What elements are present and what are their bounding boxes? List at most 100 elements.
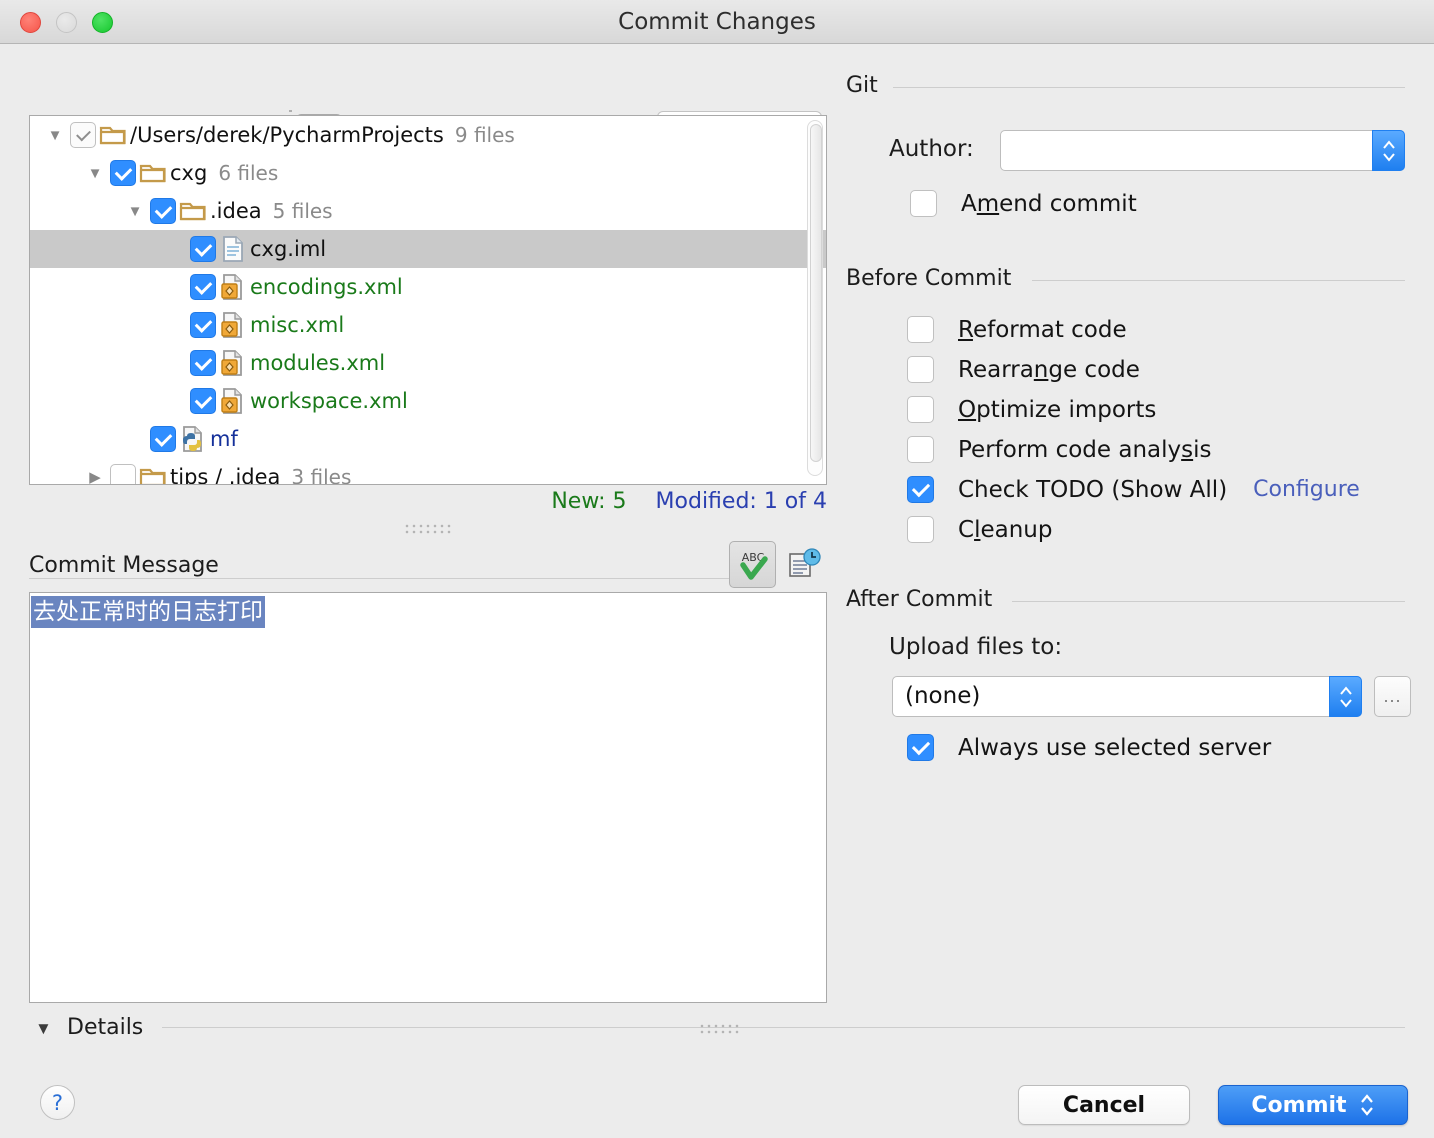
configure-link[interactable]: Configure	[1253, 477, 1360, 502]
tree-row-label: mf	[210, 427, 238, 451]
after-commit-section-divider	[1012, 601, 1405, 602]
folder-icon	[136, 161, 170, 185]
tree-row-checkbox[interactable]	[110, 160, 136, 186]
table-row[interactable]: ▼ /Users/derek/PycharmProjects 9 files	[30, 116, 826, 154]
upload-chevron-updown-icon[interactable]	[1329, 676, 1362, 717]
cleanup-row[interactable]: Cleanup	[907, 516, 1052, 543]
check-todo-checkbox[interactable]	[907, 476, 934, 503]
table-row[interactable]: workspace.xml	[30, 382, 826, 420]
rearrange-code-checkbox[interactable]	[907, 356, 934, 383]
table-row[interactable]: ▼ cxg 6 files	[30, 154, 826, 192]
perform-code-analysis-label: Perform code analysis	[958, 436, 1212, 463]
always-use-server-checkbox[interactable]	[907, 734, 934, 761]
splitter-handle[interactable]	[405, 524, 451, 536]
tree-row-checkbox[interactable]	[150, 426, 176, 452]
commit-message-input[interactable]: 去处正常时的日志打印	[29, 592, 827, 1003]
tree-row-checkbox[interactable]	[190, 312, 216, 338]
browse-servers-button[interactable]: ...	[1374, 676, 1411, 717]
before-commit-section-divider	[1032, 280, 1405, 281]
tree-row-label: cxg.iml	[250, 237, 327, 261]
perform-code-analysis-checkbox[interactable]	[907, 436, 934, 463]
message-history-icon[interactable]	[784, 543, 824, 585]
amend-commit-label: Amend commit	[961, 190, 1137, 217]
tree-row-checkbox[interactable]	[110, 464, 136, 484]
details-label[interactable]: Details	[67, 1015, 143, 1040]
tree-row-count: 3 files	[291, 465, 352, 485]
cancel-button[interactable]: Cancel	[1018, 1085, 1190, 1125]
amend-commit-checkbox[interactable]	[910, 190, 937, 217]
tree-row-checkbox[interactable]	[190, 274, 216, 300]
xml-file-icon	[216, 349, 250, 377]
cleanup-checkbox[interactable]	[907, 516, 934, 543]
optimize-imports-checkbox[interactable]	[907, 396, 934, 423]
details-splitter-handle[interactable]	[700, 1024, 740, 1036]
tree-row-checkbox[interactable]	[190, 236, 216, 262]
xml-file-icon	[216, 387, 250, 415]
tree-row-label: tips / .idea	[170, 465, 281, 485]
author-field[interactable]	[1000, 130, 1405, 171]
help-button[interactable]: ?	[40, 1085, 75, 1120]
commit-changes-dialog: Commit Changes ▼ /Users/derek/PycharmPro…	[0, 0, 1434, 1138]
title-bar: Commit Changes	[0, 0, 1434, 44]
git-section-title: Git	[846, 73, 878, 98]
check-todo-label: Check TODO (Show All)	[958, 476, 1228, 503]
optimize-imports-row[interactable]: Optimize imports	[907, 396, 1156, 423]
table-row[interactable]: modules.xml	[30, 344, 826, 382]
details-divider	[162, 1027, 1405, 1028]
upload-server-dropdown[interactable]: (none)	[892, 676, 1362, 717]
file-icon	[216, 235, 250, 263]
author-chevron-updown-icon[interactable]	[1372, 130, 1405, 171]
cleanup-label: Cleanup	[958, 516, 1053, 543]
tree-row-checkbox[interactable]	[70, 122, 96, 148]
tree-scrollbar-thumb[interactable]	[810, 124, 822, 462]
tree-row-label: cxg	[170, 161, 208, 185]
tree-row-label: encodings.xml	[250, 275, 403, 299]
toolbar: Change list: Default	[0, 44, 828, 160]
upload-server-value: (none)	[905, 683, 981, 709]
tree-vertical-scrollbar[interactable]	[807, 120, 823, 476]
tree-status-line: New: 5 Modified: 1 of 4	[29, 489, 827, 523]
always-use-server-label: Always use selected server	[958, 734, 1272, 761]
tree-twisty-icon[interactable]: ▼	[80, 165, 110, 182]
tree-row-count: 9 files	[454, 123, 515, 147]
status-new-count: New: 5	[551, 489, 627, 514]
python-file-icon	[176, 425, 210, 453]
table-row[interactable]: mf	[30, 420, 826, 458]
commit-message-label: Commit Message	[29, 553, 231, 578]
rearrange-code-row[interactable]: Rearrange code	[907, 356, 1140, 383]
tree-row-count: 6 files	[218, 161, 279, 185]
commit-button[interactable]: Commit	[1218, 1085, 1408, 1125]
folder-icon	[136, 465, 170, 484]
amend-commit-row[interactable]: Amend commit	[910, 190, 1137, 217]
reformat-code-row[interactable]: Reformat code	[907, 316, 1127, 343]
after-commit-section-title: After Commit	[846, 587, 993, 612]
table-row[interactable]: misc.xml	[30, 306, 826, 344]
details-twisty-icon[interactable]: ▼	[35, 1019, 52, 1039]
table-row[interactable]: ▼ .idea 5 files	[30, 192, 826, 230]
window-title: Commit Changes	[618, 9, 816, 35]
reformat-code-checkbox[interactable]	[907, 316, 934, 343]
perform-code-analysis-row[interactable]: Perform code analysis	[907, 436, 1212, 463]
before-commit-section-title: Before Commit	[846, 266, 1012, 291]
table-row[interactable]: ▶ tips / .idea 3 files	[30, 458, 826, 485]
tree-twisty-icon[interactable]: ▼	[120, 203, 150, 220]
optimize-imports-label: Optimize imports	[958, 396, 1157, 423]
xml-file-icon	[216, 273, 250, 301]
abc-spellcheck-icon[interactable]: ABC	[729, 541, 776, 588]
tree-twisty-icon[interactable]: ▼	[40, 127, 70, 144]
changed-files-tree[interactable]: ▼ /Users/derek/PycharmProjects 9 files ▼ cxg…	[29, 115, 827, 485]
table-row[interactable]: cxg.iml	[30, 230, 826, 268]
commit-chevron-updown-icon[interactable]	[1359, 1092, 1375, 1118]
check-todo-row[interactable]: Check TODO (Show All) Configure	[907, 476, 1360, 503]
commit-message-divider	[29, 578, 729, 579]
folder-icon	[176, 199, 210, 223]
tree-row-checkbox[interactable]	[150, 198, 176, 224]
author-label: Author:	[889, 136, 974, 162]
tree-row-checkbox[interactable]	[190, 350, 216, 376]
always-use-server-row[interactable]: Always use selected server	[907, 734, 1271, 761]
tree-row-checkbox[interactable]	[190, 388, 216, 414]
tree-row-label: /Users/derek/PycharmProjects	[130, 123, 444, 147]
tree-twisty-icon[interactable]: ▶	[80, 468, 110, 484]
table-row[interactable]: encodings.xml	[30, 268, 826, 306]
tree-row-label: misc.xml	[250, 313, 345, 337]
